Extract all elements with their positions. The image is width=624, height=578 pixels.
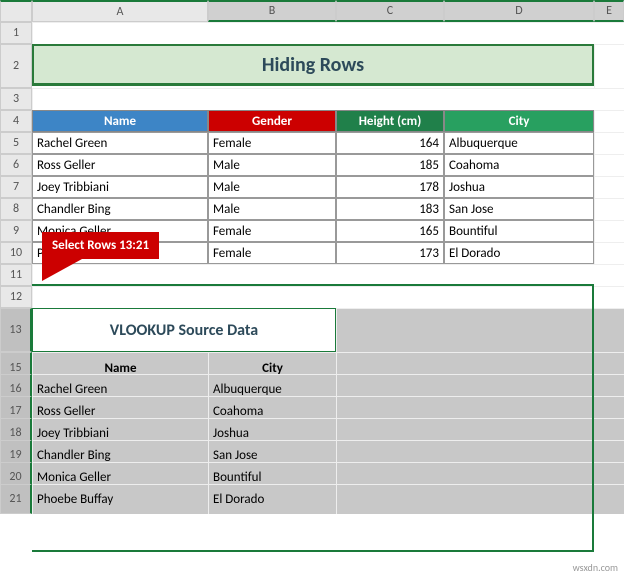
table-header-name: Name <box>32 110 208 132</box>
cell[interactable] <box>594 176 624 198</box>
row-header-13[interactable]: 13 <box>0 308 32 352</box>
cell-height[interactable]: 178 <box>336 176 444 198</box>
col-header-D[interactable]: D <box>444 0 594 22</box>
cell-name[interactable]: Ross Geller <box>32 154 208 176</box>
table-header-city: City <box>444 110 594 132</box>
cell[interactable] <box>594 132 624 154</box>
cell-gender[interactable]: Female <box>208 220 336 242</box>
row-header-9[interactable]: 9 <box>0 220 32 242</box>
row-header-2[interactable]: 2 <box>0 44 32 88</box>
table-header-gender: Gender <box>208 110 336 132</box>
cell-name[interactable]: Rachel Green <box>32 132 208 154</box>
select-all-corner[interactable] <box>0 0 32 22</box>
cell-height[interactable]: 165 <box>336 220 444 242</box>
vlookup-title: VLOOKUP Source Data <box>32 308 336 352</box>
cell[interactable] <box>594 154 624 176</box>
cell[interactable] <box>594 44 624 88</box>
col-header-B[interactable]: B <box>208 0 336 22</box>
row-header-12[interactable]: 12 <box>0 286 32 308</box>
cell-city[interactable]: El Dorado <box>444 242 594 264</box>
cell-city[interactable]: Albuquerque <box>444 132 594 154</box>
row-header-11[interactable]: 11 <box>0 264 32 286</box>
cell-city[interactable]: Bountiful <box>444 220 594 242</box>
cell-gender[interactable]: Female <box>208 242 336 264</box>
selection-border <box>32 284 594 286</box>
row-header-21[interactable]: 21 <box>0 484 32 514</box>
col-header-C[interactable]: C <box>336 0 444 22</box>
cell-gender[interactable]: Female <box>208 132 336 154</box>
cell[interactable] <box>594 198 624 220</box>
cell-height[interactable]: 185 <box>336 154 444 176</box>
cell[interactable] <box>32 22 624 44</box>
cell-height[interactable]: 183 <box>336 198 444 220</box>
row-header-3[interactable]: 3 <box>0 88 32 110</box>
cell-gender[interactable]: Male <box>208 176 336 198</box>
cell-city[interactable]: San Jose <box>444 198 594 220</box>
row-header-7[interactable]: 7 <box>0 176 32 198</box>
cell-gender[interactable]: Male <box>208 154 336 176</box>
cell[interactable] <box>594 220 624 242</box>
row-header-5[interactable]: 5 <box>0 132 32 154</box>
cell-height[interactable]: 173 <box>336 242 444 264</box>
selection-border <box>592 284 594 550</box>
table-header-height: Height (cm) <box>336 110 444 132</box>
cell-height[interactable]: 164 <box>336 132 444 154</box>
cell[interactable] <box>336 484 624 514</box>
callout-label: Select Rows 13:21 <box>42 232 159 259</box>
col-header-A[interactable]: A <box>32 0 208 22</box>
cell-name[interactable]: Chandler Bing <box>32 198 208 220</box>
watermark: wsxdn.com <box>573 561 618 574</box>
cell[interactable] <box>594 242 624 264</box>
cell[interactable] <box>32 264 624 286</box>
row-header-1[interactable]: 1 <box>0 22 32 44</box>
cell-gender[interactable]: Male <box>208 198 336 220</box>
vcell-name[interactable]: Phoebe Buffay <box>32 484 208 514</box>
col-header-E[interactable]: E <box>594 0 624 22</box>
row-header-8[interactable]: 8 <box>0 198 32 220</box>
vcell-city[interactable]: El Dorado <box>208 484 336 514</box>
cell[interactable] <box>594 110 624 132</box>
cell[interactable] <box>32 88 624 110</box>
cell-city[interactable]: Coahoma <box>444 154 594 176</box>
selection-border <box>32 550 594 552</box>
cell[interactable] <box>336 308 624 352</box>
title-cell: Hiding Rows <box>32 44 594 86</box>
cell-name[interactable]: Joey Tribbiani <box>32 176 208 198</box>
row-header-10[interactable]: 10 <box>0 242 32 264</box>
cell-city[interactable]: Joshua <box>444 176 594 198</box>
cell[interactable] <box>32 286 624 308</box>
row-header-6[interactable]: 6 <box>0 154 32 176</box>
row-header-4[interactable]: 4 <box>0 110 32 132</box>
